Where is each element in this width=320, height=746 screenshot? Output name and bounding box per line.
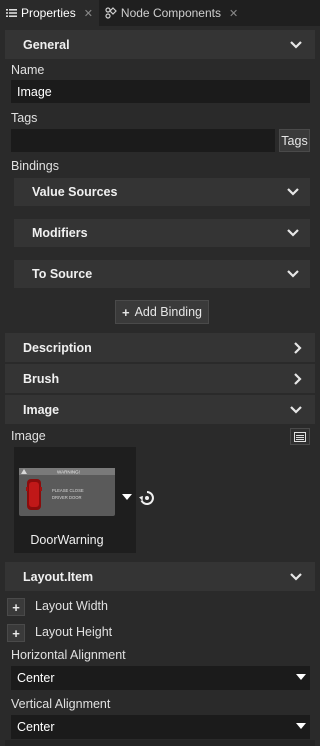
caret-down-icon [296,723,306,729]
add-layout-width-button[interactable]: + [7,598,25,616]
chevron-right-icon [294,372,302,385]
section-image-title: Image [23,402,60,417]
tab-properties[interactable]: Properties ✕ [0,0,99,26]
plus-icon: + [121,304,130,320]
add-binding-label: Add Binding [134,305,202,319]
bindings-label: Bindings [11,159,59,173]
name-label: Name [11,63,45,77]
horizontal-alignment-label: Horizontal Alignment [11,648,126,662]
horizontal-alignment-value: Center [17,671,55,685]
reset-icon[interactable] [139,490,155,506]
thumbnail-line-1: PLEASE CLOSE [52,488,84,493]
section-brush-title: Brush [23,371,60,386]
chevron-down-icon [290,405,302,414]
tags-button[interactable]: Tags [279,129,310,152]
section-image-header[interactable]: Image [5,395,315,424]
tags-input[interactable] [11,129,275,152]
image-browser-icon [294,431,306,442]
vertical-alignment-label: Vertical Alignment [11,697,111,711]
panel-bottom-edge [5,740,315,746]
modifiers-title: Modifiers [32,226,88,240]
image-browser-button[interactable] [290,428,310,445]
vertical-alignment-value: Center [17,720,55,734]
add-layout-height-button[interactable]: + [7,624,25,642]
horizontal-alignment-select[interactable]: Center [11,666,310,690]
close-icon[interactable]: ✕ [229,7,238,20]
section-layout-item-header[interactable]: Layout.Item [5,562,315,591]
tags-label: Tags [11,111,38,125]
section-general-header[interactable]: General [5,30,315,59]
image-label: Image [11,429,46,443]
value-sources-title: Value Sources [32,185,118,199]
caret-down-icon [122,494,132,500]
image-preview[interactable]: WARNING! PLEASE CLOSE DRIVER DOOR DoorWa… [14,447,136,553]
section-description-title: Description [23,340,92,355]
name-field[interactable]: Image [11,80,310,103]
chevron-down-icon [287,188,299,196]
plus-icon: + [12,599,20,615]
tab-node-components-label: Node Components [120,6,221,20]
section-brush-header[interactable]: Brush [5,364,315,393]
tab-node-components[interactable]: Node Components ✕ [99,0,244,26]
section-description-header[interactable]: Description [5,333,315,362]
tab-properties-label: Properties [21,6,76,20]
door-warning-thumbnail: WARNING! PLEASE CLOSE DRIVER DOOR [19,468,115,516]
chevron-right-icon [294,341,302,354]
tab-bar: Properties ✕ Node Components ✕ [0,0,320,26]
thumbnail-warning-title: WARNING! [57,470,80,475]
layout-height-label: Layout Height [35,625,113,639]
section-layout-item-title: Layout.Item [23,569,94,584]
thumbnail-line-2: DRIVER DOOR [52,495,82,500]
chevron-down-icon [287,229,299,237]
plus-icon: + [12,625,20,641]
to-source-title: To Source [32,267,93,281]
value-sources-header[interactable]: Value Sources [14,178,310,206]
chevron-down-icon [287,270,299,278]
chevron-down-icon [290,572,302,581]
modifiers-header[interactable]: Modifiers [14,219,310,247]
add-binding-button[interactable]: + Add Binding [115,300,209,324]
to-source-header[interactable]: To Source [14,260,310,288]
caret-down-icon [296,674,306,680]
layout-width-label: Layout Width [35,599,108,613]
close-icon[interactable]: ✕ [84,7,93,20]
list-icon [6,9,17,17]
image-dropdown-button[interactable] [122,494,134,502]
vertical-alignment-select[interactable]: Center [11,715,310,739]
section-general-title: General [23,37,70,52]
chevron-down-icon [290,40,302,49]
node-components-icon [105,7,117,19]
image-asset-name: DoorWarning [30,533,104,547]
